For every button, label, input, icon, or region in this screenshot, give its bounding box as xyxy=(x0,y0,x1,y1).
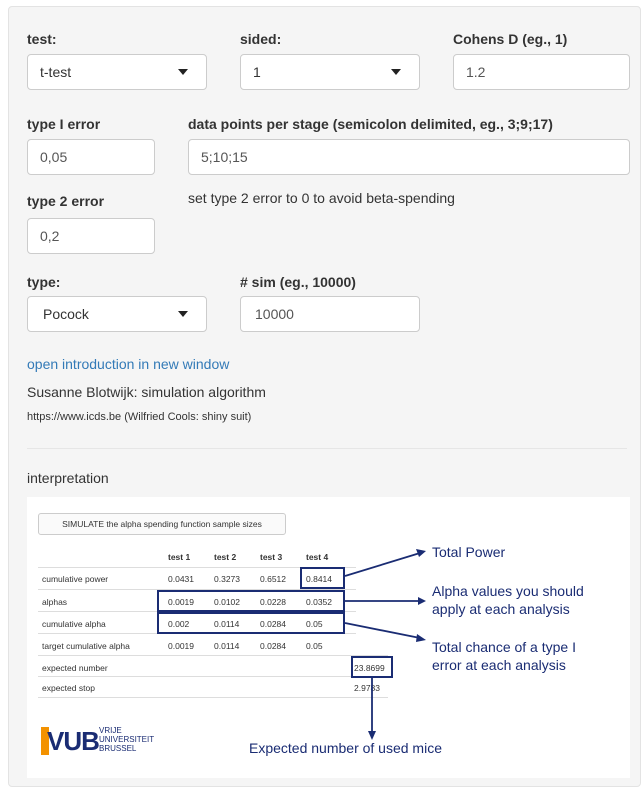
vub-text: VRIJE UNIVERSITEIT BRUSSEL xyxy=(99,726,154,753)
annotation-total-power: Total Power xyxy=(432,544,506,560)
annotation-type1-line1: Total chance of a type I xyxy=(432,639,576,655)
vub-mark: VUB xyxy=(47,726,100,756)
annotation-alpha-line1: Alpha values you should xyxy=(432,583,584,599)
vub-logo: VUB VRIJE UNIVERSITEIT BRUSSEL xyxy=(41,719,171,761)
annotation-alpha-line2: apply at each analysis xyxy=(432,601,570,617)
vub-line1: VRIJE xyxy=(99,726,122,735)
vub-line2: UNIVERSITEIT xyxy=(99,735,155,744)
annotation-expected-mice: Expected number of used mice xyxy=(249,740,442,756)
annotation-type1-line2: error at each analysis xyxy=(432,657,566,673)
vub-line3: BRUSSEL xyxy=(99,744,137,753)
